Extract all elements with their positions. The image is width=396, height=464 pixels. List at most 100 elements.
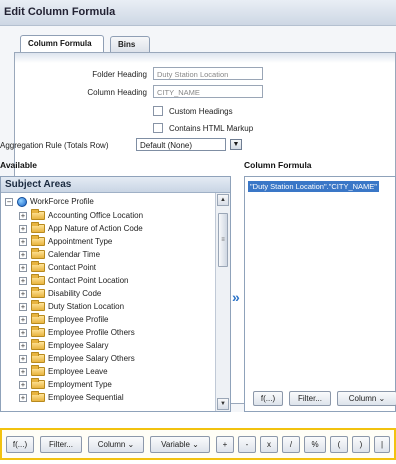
tree-root-workforce-profile[interactable]: − WorkForce Profile — [5, 196, 94, 207]
tree-item-label: Employee Salary — [48, 341, 109, 350]
expand-icon[interactable]: + — [19, 380, 27, 389]
tree-item[interactable]: + Disability Code — [19, 287, 102, 299]
tab-strip: Column Formula Bins — [0, 26, 396, 53]
tree-item-label: Employee Profile Others — [48, 328, 135, 337]
column-formula-editor[interactable]: "Duty Station Location"."CITY_NAME" f(..… — [244, 176, 396, 412]
folder-icon — [31, 339, 45, 350]
folder-icon — [31, 261, 45, 272]
custom-headings-label: Custom Headings — [169, 107, 233, 116]
tree-root-label: WorkForce Profile — [30, 197, 94, 206]
folder-icon — [31, 274, 45, 285]
toolbar-minus-button[interactable]: - — [238, 436, 256, 453]
toolbar-close-paren-button[interactable]: ) — [352, 436, 370, 453]
tree-item-label: Contact Point Location — [48, 276, 129, 285]
folder-icon — [31, 352, 45, 363]
subject-area-icon — [17, 196, 27, 207]
toolbar-percent-button[interactable]: % — [304, 436, 326, 453]
tree-item[interactable]: + Calendar Time — [19, 248, 101, 260]
edit-column-formula-dialog: Edit Column Formula Column Formula Bins … — [0, 0, 396, 412]
folder-icon — [31, 378, 45, 389]
expand-icon[interactable]: + — [19, 289, 27, 298]
folder-heading-input[interactable]: Duty Station Location — [153, 67, 263, 80]
tree-item[interactable]: + Accounting Office Location — [19, 209, 144, 221]
toolbar-multiply-button[interactable]: x — [260, 436, 278, 453]
tab-bins[interactable]: Bins — [110, 36, 150, 52]
panel-header-gradient — [15, 53, 395, 63]
scrollbar-thumb[interactable]: ≡ — [218, 213, 228, 267]
tree-item[interactable]: + Employee Sequential — [19, 391, 124, 403]
tree-item-label: Disability Code — [48, 289, 102, 298]
expand-icon[interactable]: + — [19, 211, 27, 220]
folder-icon — [31, 287, 45, 298]
tree-item[interactable]: + Employee Profile — [19, 313, 108, 325]
filter-button[interactable]: Filter... — [289, 391, 331, 406]
formula-text[interactable]: "Duty Station Location"."CITY_NAME" — [248, 181, 379, 192]
tree-item[interactable]: + Employee Salary Others — [19, 352, 135, 364]
tree-item[interactable]: + Employee Leave — [19, 365, 108, 377]
tree-item-label: Duty Station Location — [48, 302, 125, 311]
subject-areas-list: − WorkForce Profile + Accounting Office L… — [1, 193, 216, 411]
folder-icon — [31, 300, 45, 311]
toolbar-filter-button[interactable]: Filter... — [40, 436, 82, 453]
toolbar-function-button[interactable]: f(...) — [6, 436, 34, 453]
subject-areas-tree: Subject Areas − WorkForce Profile + Accou… — [0, 176, 231, 412]
expand-icon[interactable]: + — [19, 302, 27, 311]
expand-icon[interactable]: + — [19, 354, 27, 363]
expand-icon[interactable]: + — [19, 393, 27, 402]
tree-item[interactable]: + Appointment Type — [19, 235, 112, 247]
tab-column-formula[interactable]: Column Formula — [20, 35, 104, 53]
toolbar-plus-button[interactable]: + — [216, 436, 234, 453]
expand-icon[interactable]: + — [19, 250, 27, 259]
tree-item-label: Employment Type — [48, 380, 112, 389]
folder-icon — [31, 391, 45, 402]
expand-icon[interactable]: + — [19, 224, 27, 233]
tree-item-label: Employee Sequential — [48, 393, 124, 402]
tree-item-label: Contact Point — [48, 263, 97, 272]
folder-icon — [31, 326, 45, 337]
tree-item[interactable]: + Employee Salary — [19, 339, 109, 351]
scroll-down-icon[interactable]: ▼ — [217, 398, 229, 410]
tree-item[interactable]: + Duty Station Location — [19, 300, 125, 312]
aggregation-dropdown-icon[interactable]: ▼ — [230, 139, 242, 150]
tree-item[interactable]: + Employee Profile Others — [19, 326, 135, 338]
tree-item[interactable]: + Contact Point Location — [19, 274, 129, 286]
tree-item[interactable]: + Contact Point — [19, 261, 97, 273]
custom-headings-checkbox[interactable] — [153, 106, 163, 116]
scroll-up-icon[interactable]: ▲ — [217, 194, 229, 206]
tree-item-label: Employee Salary Others — [48, 354, 135, 363]
add-to-formula-arrow-icon[interactable]: » — [232, 289, 240, 305]
formula-toolbar-highlight: f(...) Filter... Column ⌄ Variable ⌄ + -… — [0, 428, 396, 460]
folder-heading-label: Folder Heading — [92, 70, 147, 79]
column-button[interactable]: Column ⌄ — [337, 391, 396, 406]
folder-icon — [31, 365, 45, 376]
function-button[interactable]: f(...) — [253, 391, 283, 406]
folder-icon — [31, 235, 45, 246]
expand-icon[interactable]: + — [19, 237, 27, 246]
expand-icon[interactable]: + — [19, 341, 27, 350]
expand-icon[interactable]: + — [19, 367, 27, 376]
tree-scrollbar[interactable]: ▲ ≡ ▼ — [216, 193, 230, 411]
contains-html-checkbox[interactable] — [153, 123, 163, 133]
toolbar-open-paren-button[interactable]: ( — [330, 436, 348, 453]
aggregation-rule-label: Aggregation Rule (Totals Row) — [0, 141, 109, 150]
aggregation-rule-select[interactable]: Default (None) — [136, 138, 226, 151]
tree-item-label: Calendar Time — [48, 250, 101, 259]
tree-item[interactable]: + Employment Type — [19, 378, 112, 390]
expand-icon[interactable]: + — [19, 263, 27, 272]
toolbar-column-button[interactable]: Column ⌄ — [88, 436, 144, 453]
folder-icon — [31, 209, 45, 220]
tree-item[interactable]: + App Nature of Action Code — [19, 222, 143, 234]
folder-icon — [31, 222, 45, 233]
folder-icon — [31, 248, 45, 259]
contains-html-label: Contains HTML Markup — [169, 124, 254, 133]
toolbar-variable-button[interactable]: Variable ⌄ — [150, 436, 210, 453]
expand-icon[interactable]: + — [19, 315, 27, 324]
expand-icon[interactable]: + — [19, 276, 27, 285]
column-heading-input[interactable]: CITY_NAME — [153, 85, 263, 98]
toolbar-concat-button[interactable]: | — [374, 436, 390, 453]
expand-icon[interactable]: + — [19, 328, 27, 337]
collapse-icon[interactable]: − — [5, 197, 13, 206]
column-heading-label: Column Heading — [87, 88, 147, 97]
tree-item-label: Accounting Office Location — [48, 211, 144, 220]
toolbar-divide-button[interactable]: / — [282, 436, 300, 453]
